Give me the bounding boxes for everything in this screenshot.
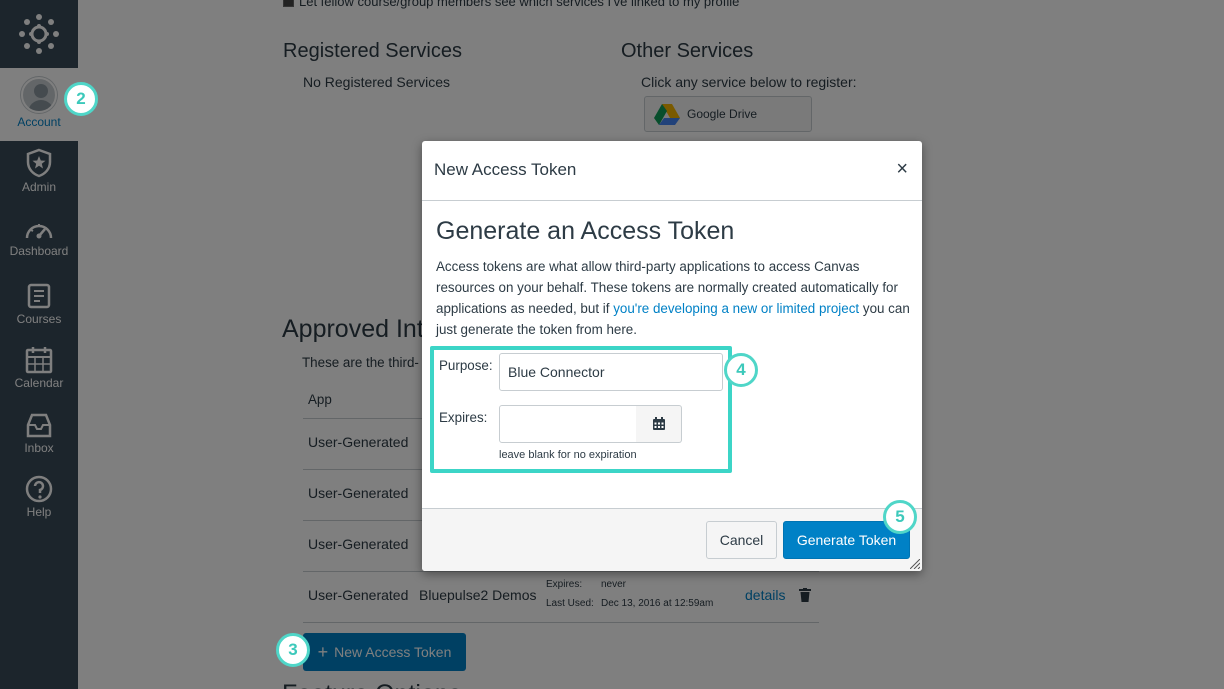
form-highlight-box [430, 346, 732, 473]
dialog-title: New Access Token [434, 160, 577, 179]
dialog-description: Access tokens are what allow third-party… [436, 256, 914, 340]
dialog-heading: Generate an Access Token [436, 217, 735, 245]
cancel-button[interactable]: Cancel [706, 521, 777, 559]
dialog-footer: Cancel Generate Token [422, 508, 922, 571]
dialog-header: New Access Token × [422, 141, 922, 201]
close-icon[interactable]: × [896, 159, 908, 179]
callout-badge: 5 [883, 500, 917, 534]
callout-badge: 3 [276, 633, 310, 667]
callout-badge: 2 [64, 82, 98, 116]
resize-handle-icon[interactable] [910, 559, 920, 569]
developer-link[interactable]: you're developing a new or limited proje… [613, 301, 859, 316]
callout-badge: 4 [724, 353, 758, 387]
